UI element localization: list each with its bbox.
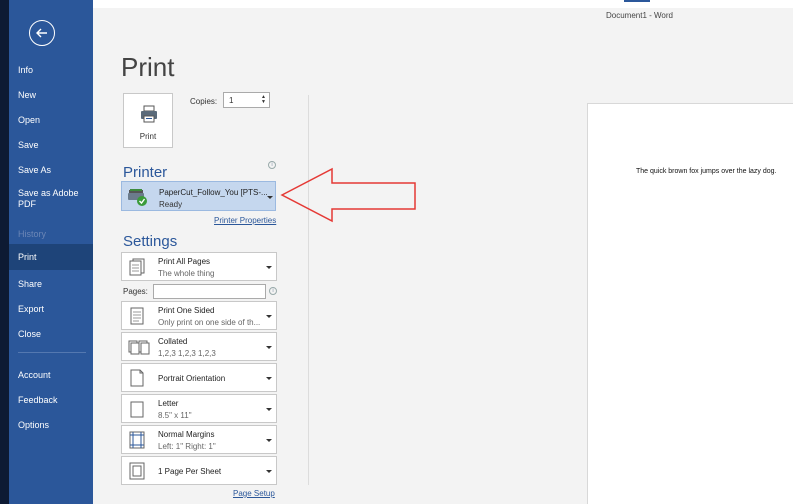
chevron-down-icon xyxy=(266,470,272,473)
back-button[interactable] xyxy=(29,20,55,46)
page-setup-link[interactable]: Page Setup xyxy=(233,489,275,498)
margins-primary: Normal Margins xyxy=(158,430,215,439)
sidebar-item-open[interactable]: Open xyxy=(9,109,93,131)
chevron-down-icon xyxy=(266,346,272,349)
window-edge xyxy=(0,0,9,504)
printer-icon xyxy=(141,105,157,123)
sidebar-item-options[interactable]: Options xyxy=(9,414,93,436)
sidebar-item-new[interactable]: New xyxy=(9,84,93,106)
sidebar-item-feedback[interactable]: Feedback xyxy=(9,389,93,411)
copies-value: 1 xyxy=(229,96,234,105)
sides-primary: Print One Sided xyxy=(158,306,215,315)
margins-icon xyxy=(129,431,145,449)
paper-size-secondary: 8.5" x 11" xyxy=(158,411,192,420)
sides-secondary: Only print on one side of th... xyxy=(158,318,261,327)
collated-icon xyxy=(128,340,150,355)
print-range-primary: Print All Pages xyxy=(158,257,211,266)
pages-per-sheet-primary: 1 Page Per Sheet xyxy=(158,467,222,476)
sidebar-item-share[interactable]: Share xyxy=(9,273,93,295)
pages-input[interactable] xyxy=(153,284,266,299)
margins-dropdown[interactable]: Normal Margins Left: 1" Right: 1" xyxy=(121,425,277,454)
backstage-sidebar: Info New Open Save Save As Save as Adobe… xyxy=(9,0,93,504)
paper-size-dropdown[interactable]: Letter 8.5" x 11" xyxy=(121,394,277,423)
red-arrow-annotation-icon xyxy=(280,167,416,223)
title-bar xyxy=(93,0,793,8)
printer-status: Ready xyxy=(159,200,183,209)
pages-icon xyxy=(129,258,145,276)
pages-per-sheet-dropdown[interactable]: 1 Page Per Sheet xyxy=(121,456,277,485)
sidebar-item-info[interactable]: Info xyxy=(9,59,93,81)
collation-dropdown[interactable]: Collated 1,2,3 1,2,3 1,2,3 xyxy=(121,332,277,361)
info-icon[interactable]: i xyxy=(268,161,276,169)
collation-primary: Collated xyxy=(158,337,188,346)
sidebar-item-account[interactable]: Account xyxy=(9,364,93,386)
sidebar-item-print[interactable]: Print xyxy=(9,244,93,270)
print-range-secondary: The whole thing xyxy=(158,269,215,278)
info-icon[interactable]: i xyxy=(269,287,277,295)
sidebar-divider xyxy=(18,352,86,353)
printer-ready-icon xyxy=(128,189,147,206)
pages-label: Pages: xyxy=(123,287,148,296)
chevron-down-icon xyxy=(267,196,273,199)
copies-stepper[interactable]: 1 ▲ ▼ xyxy=(223,92,270,108)
sidebar-item-save-as-adobe-pdf[interactable]: Save as Adobe PDF xyxy=(9,186,93,212)
chevron-down-icon xyxy=(266,439,272,442)
panel-divider xyxy=(308,95,309,485)
printer-section-title: Printer xyxy=(123,164,168,181)
chevron-down-icon xyxy=(266,377,272,380)
paper-size-primary: Letter xyxy=(158,399,179,408)
orientation-primary: Portrait Orientation xyxy=(158,374,226,383)
preview-text: The quick brown fox jumps over the lazy … xyxy=(636,168,777,175)
copies-label: Copies: xyxy=(190,97,218,106)
letter-icon xyxy=(130,401,144,418)
chevron-down-icon xyxy=(266,408,272,411)
sidebar-item-history: History xyxy=(18,229,47,239)
title-bar-accent xyxy=(624,0,650,2)
sidebar-item-save[interactable]: Save xyxy=(9,134,93,156)
printer-name: PaperCut_Follow_You [PTS-... xyxy=(159,188,268,197)
portrait-icon xyxy=(130,369,144,387)
print-button-label: Print xyxy=(139,132,157,141)
sidebar-item-save-as[interactable]: Save As xyxy=(9,159,93,181)
one-sided-icon xyxy=(130,307,144,325)
back-arrow-icon xyxy=(36,28,47,38)
print-preview-page: The quick brown fox jumps over the lazy … xyxy=(587,103,793,504)
collation-secondary: 1,2,3 1,2,3 1,2,3 xyxy=(158,349,216,358)
orientation-dropdown[interactable]: Portrait Orientation xyxy=(121,363,277,392)
spinner-arrows-icon[interactable]: ▲ ▼ xyxy=(261,95,266,105)
print-range-dropdown[interactable]: Print All Pages The whole thing xyxy=(121,252,277,281)
chevron-down-icon xyxy=(266,315,272,318)
printer-dropdown[interactable]: PaperCut_Follow_You [PTS-... Ready xyxy=(121,181,276,211)
settings-section-title: Settings xyxy=(123,233,178,250)
sides-dropdown[interactable]: Print One Sided Only print on one side o… xyxy=(121,301,277,330)
sidebar-item-export[interactable]: Export xyxy=(9,298,93,320)
pages-per-sheet-icon xyxy=(129,462,145,480)
margins-secondary: Left: 1" Right: 1" xyxy=(158,442,216,451)
printer-properties-link[interactable]: Printer Properties xyxy=(214,216,276,225)
sidebar-item-close[interactable]: Close xyxy=(9,323,93,345)
print-button[interactable]: Print xyxy=(123,93,173,148)
page-title: Print xyxy=(121,52,175,82)
window-title: Document1 - Word xyxy=(606,11,673,20)
chevron-down-icon xyxy=(266,266,272,269)
